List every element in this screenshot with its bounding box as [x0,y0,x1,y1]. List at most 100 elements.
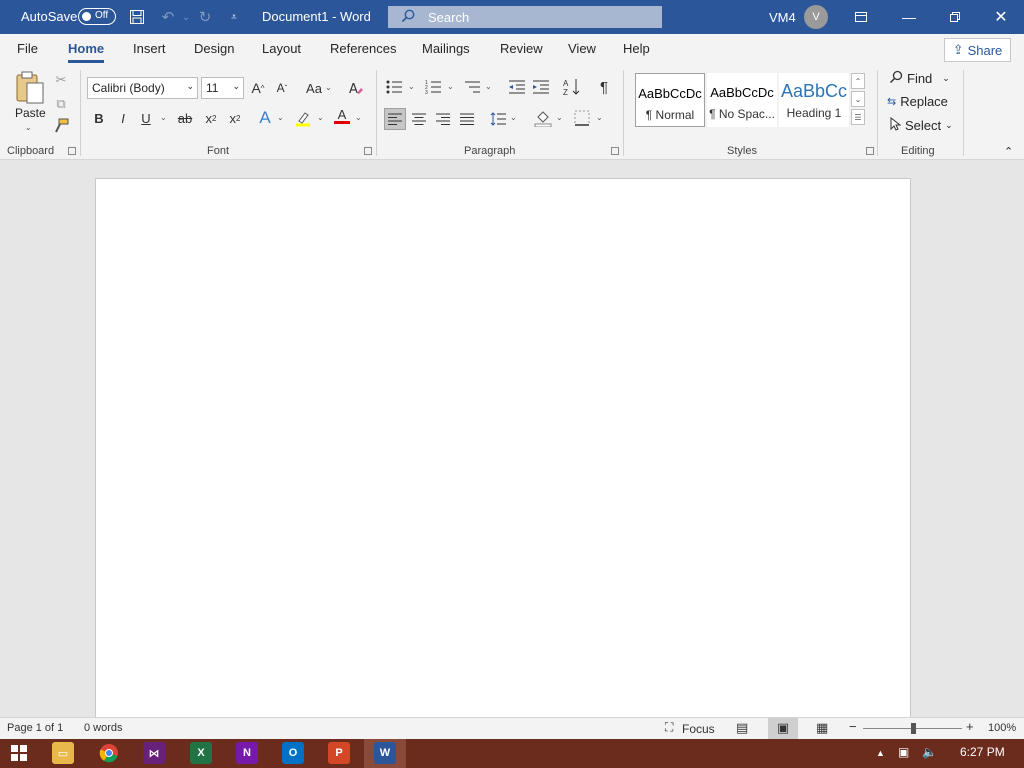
font-size-combo[interactable]: 11 ⌄ [201,77,244,99]
increase-indent-icon[interactable] [531,77,551,97]
superscript-button[interactable]: x2 [225,108,245,128]
change-case-dropdown-icon[interactable]: ⌄ [325,83,332,92]
copy-icon[interactable]: ⧉ [51,94,71,114]
multilevel-dropdown-icon[interactable]: ⌄ [485,82,492,91]
tray-overflow-icon[interactable]: ▲ [876,748,885,758]
find-button[interactable]: Find ⌄ [889,70,950,87]
close-icon[interactable]: ✕ [978,0,1024,34]
show-formatting-marks-button[interactable]: ¶ [594,77,614,97]
bullets-dropdown-icon[interactable]: ⌄ [408,82,415,91]
format-painter-icon[interactable] [51,116,71,136]
read-mode-icon[interactable]: ▤ [736,720,748,736]
numbering-icon[interactable]: 123 [423,77,443,97]
paste-icon[interactable] [14,71,46,105]
text-effects-dropdown-icon[interactable]: ⌄ [277,113,284,122]
web-layout-icon[interactable]: ▦ [816,720,828,736]
start-icon[interactable] [8,742,30,764]
tab-design[interactable]: Design [194,41,234,56]
tab-layout[interactable]: Layout [262,41,301,56]
highlight-icon[interactable] [293,108,313,128]
replace-button[interactable]: ⇆ Replace [887,94,948,109]
word-count[interactable]: 0 words [84,722,123,734]
decrease-indent-icon[interactable] [507,77,527,97]
share-button[interactable]: ⇪ Share [944,38,1011,62]
save-icon[interactable] [127,7,147,27]
search-box[interactable]: Search [388,6,662,28]
align-right-icon[interactable] [433,109,453,129]
line-spacing-icon[interactable] [488,109,508,129]
strikethrough-button[interactable]: ab [175,108,195,128]
paste-label[interactable]: Paste [15,106,46,120]
change-case-button[interactable]: Aa [304,78,324,98]
bullets-icon[interactable] [384,77,404,97]
tab-view[interactable]: View [568,41,596,56]
file-explorer-icon[interactable]: ▭ [52,742,74,764]
highlight-dropdown-icon[interactable]: ⌄ [317,113,324,122]
gallery-down-icon[interactable]: ⌄ [851,91,865,107]
paste-dropdown-icon[interactable]: ⌄ [25,123,32,132]
gallery-more-icon[interactable]: ☰ [851,109,865,125]
grow-font-icon[interactable]: A ^ [248,78,268,98]
underline-dropdown-icon[interactable]: ⌄ [160,113,167,122]
shading-dropdown-icon[interactable]: ⌄ [556,113,563,122]
borders-dropdown-icon[interactable]: ⌄ [596,113,603,122]
shading-icon[interactable] [533,108,553,128]
autosave-toggle[interactable]: Off [78,8,116,25]
tab-file[interactable]: File [17,41,38,56]
focus-label[interactable]: Focus [682,722,715,736]
tab-references[interactable]: References [330,41,396,56]
chrome-icon[interactable] [98,742,120,764]
outlook-icon[interactable]: O [282,742,304,764]
sort-icon[interactable]: AZ [562,77,582,97]
network-icon[interactable]: ▣ [898,745,909,759]
ribbon-display-options-icon[interactable] [838,0,884,34]
zoom-out-icon[interactable]: − [849,719,857,734]
text-effects-button[interactable]: A [255,108,275,128]
collapse-ribbon-icon[interactable]: ⌃ [1004,145,1013,158]
focus-icon[interactable]: ⛶ [665,720,673,735]
tab-review[interactable]: Review [500,41,543,56]
numbering-dropdown-icon[interactable]: ⌄ [447,82,454,91]
italic-button[interactable]: I [113,108,133,128]
onenote-icon[interactable]: N [236,742,258,764]
redo-icon[interactable]: ↻ [195,7,215,27]
page-count[interactable]: Page 1 of 1 [7,722,63,734]
word-icon[interactable]: W [374,742,396,764]
avatar[interactable]: V [804,5,828,29]
clipboard-launcher-icon[interactable] [68,147,76,155]
clear-formatting-icon[interactable]: A [346,78,366,98]
font-color-button[interactable]: A [332,106,352,126]
bold-button[interactable]: B [89,108,109,128]
volume-icon[interactable]: 🔈 [922,745,937,759]
minimize-icon[interactable]: — [886,0,932,34]
align-center-icon[interactable] [409,109,429,129]
cut-icon[interactable]: ✂ [51,70,71,90]
underline-button[interactable]: U [136,108,156,128]
font-name-combo[interactable]: Calibri (Body) ⌄ [87,77,198,99]
borders-icon[interactable] [572,108,592,128]
zoom-in-icon[interactable]: + [966,719,974,734]
font-launcher-icon[interactable] [364,147,372,155]
powerpoint-icon[interactable]: P [328,742,350,764]
style-normal[interactable]: AaBbCcDc ¶ Normal [635,73,705,127]
print-layout-icon[interactable]: ▣ [768,718,798,739]
customize-quick-access-icon[interactable]: ⩡ [224,7,244,27]
gallery-up-icon[interactable]: ⌃ [851,73,865,89]
zoom-slider-thumb[interactable] [911,723,916,734]
paragraph-launcher-icon[interactable] [611,147,619,155]
visual-studio-icon[interactable]: ⋈ [143,742,165,764]
undo-dropdown-icon[interactable]: ⌄ [176,7,196,27]
clock[interactable]: 6:27 PM [960,745,1005,759]
tab-insert[interactable]: Insert [133,41,166,56]
justify-icon[interactable] [457,109,477,129]
tab-help[interactable]: Help [623,41,650,56]
style-heading-1[interactable]: AaBbCc Heading 1 [779,73,849,127]
style-no-spacing[interactable]: AaBbCcDc ¶ No Spac... [707,73,777,127]
excel-icon[interactable]: X [190,742,212,764]
line-spacing-dropdown-icon[interactable]: ⌄ [510,113,517,122]
align-left-icon[interactable] [384,108,406,130]
document-page[interactable] [95,178,911,738]
user-name[interactable]: VM4 [769,10,796,25]
tab-home[interactable]: Home [68,41,105,63]
tab-mailings[interactable]: Mailings [422,41,470,56]
